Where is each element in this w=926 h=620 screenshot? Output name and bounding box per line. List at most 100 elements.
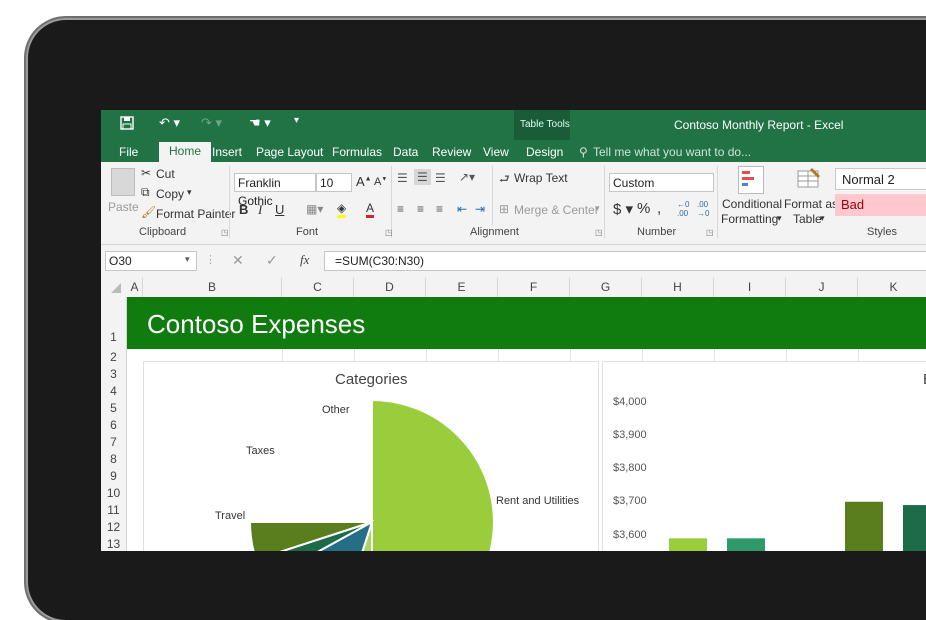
column-header[interactable]: E [426, 278, 498, 297]
font-size-select[interactable]: 10 [316, 173, 352, 192]
decrease-indent-icon[interactable]: ⇤ [457, 202, 467, 216]
number-format-select[interactable]: Custom [609, 173, 714, 192]
sheet-title[interactable]: Contoso Expenses [147, 309, 365, 340]
dialog-launcher-icon[interactable]: ◳ [221, 228, 229, 237]
customize-qat-icon[interactable]: ▾ [294, 115, 299, 126]
bar[interactable] [669, 538, 707, 551]
touch-mode-icon[interactable]: ☚ ▾ [249, 115, 271, 131]
bar[interactable] [903, 505, 926, 551]
orientation-icon[interactable]: ↗▾ [459, 170, 475, 184]
save-icon[interactable] [120, 116, 134, 133]
font-color-icon[interactable]: A [366, 202, 375, 218]
column-header[interactable]: H [642, 278, 714, 297]
fill-color-icon[interactable]: ◈ [337, 202, 347, 218]
bar[interactable] [727, 538, 765, 551]
paste-button[interactable]: Paste [108, 200, 139, 214]
column-header[interactable]: D [354, 278, 426, 297]
bold-button[interactable]: B [239, 202, 248, 217]
column-header[interactable]: B [143, 278, 282, 297]
tab-insert[interactable]: Insert [212, 143, 242, 162]
tab-file[interactable]: File [119, 143, 138, 162]
cell-style-bad[interactable]: Bad [835, 194, 926, 216]
row-header[interactable]: 7 [101, 434, 127, 451]
row-header[interactable]: 3 [101, 366, 127, 383]
tell-me-box[interactable]: Tell me what you want to do... [593, 143, 751, 162]
row-header[interactable]: 4 [101, 383, 127, 400]
cancel-icon[interactable]: ✕ [232, 252, 244, 269]
decrease-decimal-icon[interactable]: .00 →0 [697, 200, 709, 218]
comma-style-icon[interactable]: , [657, 200, 661, 217]
conditional-formatting-button[interactable]: Conditional [722, 197, 782, 211]
row-header[interactable]: 11 [101, 502, 127, 519]
decrease-font-icon[interactable]: A▼ [374, 176, 387, 188]
pie-chart[interactable]: Categories Rent and Utilities Other Taxe… [143, 361, 599, 551]
row-header[interactable]: 6 [101, 417, 127, 434]
borders-icon[interactable]: ▦▾ [306, 202, 323, 216]
name-box[interactable]: O30 [105, 251, 197, 271]
increase-font-icon[interactable]: A▲ [356, 174, 372, 189]
percent-icon[interactable]: % [637, 200, 650, 217]
row-header[interactable]: 2 [101, 349, 127, 366]
format-as-table-button-line2[interactable]: Table [793, 212, 822, 226]
paste-icon[interactable] [111, 168, 135, 196]
dropdown-icon[interactable]: ▾ [820, 213, 825, 224]
merge-dropdown-icon[interactable]: ▾ [595, 203, 600, 214]
italic-button[interactable]: I [258, 202, 262, 218]
row-header[interactable]: 12 [101, 519, 127, 536]
align-right-icon[interactable]: ≡ [436, 202, 443, 216]
format-painter-button[interactable]: Format Painter [156, 207, 235, 221]
row-header[interactable]: 5 [101, 400, 127, 417]
row-header[interactable]: 9 [101, 468, 127, 485]
dropdown-icon[interactable]: ▾ [777, 213, 782, 224]
copy-dropdown-icon[interactable]: ▾ [187, 187, 192, 198]
underline-button[interactable]: U [275, 202, 284, 217]
enter-icon[interactable]: ✓ [266, 252, 278, 269]
insert-function-icon[interactable]: fx [300, 252, 309, 268]
tab-view[interactable]: View [483, 143, 509, 162]
dialog-launcher-icon[interactable]: ◳ [706, 228, 714, 237]
top-align-icon[interactable]: ☰ [397, 171, 408, 185]
column-header[interactable]: K [858, 278, 926, 297]
cell-style-normal2[interactable]: Normal 2 [835, 168, 926, 190]
middle-align-icon[interactable]: ☰ [414, 169, 431, 185]
undo-icon[interactable]: ↶ ▾ [159, 115, 180, 131]
align-center-icon[interactable]: ≡ [417, 202, 424, 216]
bar[interactable] [845, 501, 883, 551]
row-header[interactable]: 10 [101, 485, 127, 502]
conditional-formatting-button-line2[interactable]: Formatting [721, 212, 778, 226]
merge-center-button[interactable]: Merge & Center [514, 203, 599, 217]
tab-data[interactable]: Data [393, 143, 418, 162]
column-header[interactable]: I [714, 278, 786, 297]
cut-button[interactable]: Cut [156, 167, 175, 181]
formula-input[interactable]: =SUM(C30:N30) [324, 251, 926, 271]
increase-decimal-icon[interactable]: ←0.00 [677, 200, 689, 218]
tab-review[interactable]: Review [432, 143, 471, 162]
font-family-select[interactable]: Franklin Gothic [234, 173, 316, 208]
tab-formulas[interactable]: Formulas [332, 143, 382, 162]
bar-chart[interactable]: E $4,000 $3,900 $3,800 $3,700 $3,600 [602, 361, 926, 551]
bottom-align-icon[interactable]: ☰ [435, 171, 446, 185]
copy-button[interactable]: Copy [156, 187, 184, 201]
column-header[interactable]: F [498, 278, 570, 297]
row-header[interactable]: 1 [101, 297, 127, 349]
currency-icon[interactable]: $ ▾ [613, 200, 633, 218]
dialog-launcher-icon[interactable]: ◳ [595, 228, 603, 237]
pie-slice[interactable] [371, 398, 495, 551]
redo-icon[interactable]: ↷ ▾ [201, 115, 222, 131]
increase-indent-icon[interactable]: ⇥ [475, 202, 485, 216]
name-box-dropdown-icon[interactable]: ▾ [185, 254, 190, 265]
row-header[interactable]: 13 [101, 536, 127, 551]
dialog-launcher-icon[interactable]: ◳ [385, 228, 393, 237]
tab-design[interactable]: Design [526, 143, 563, 162]
tab-home[interactable]: Home [159, 142, 212, 162]
wrap-text-button[interactable]: Wrap Text [514, 171, 568, 185]
format-as-table-button[interactable]: Format as [784, 197, 838, 211]
column-header[interactable]: J [786, 278, 858, 297]
select-all-corner[interactable] [111, 283, 121, 293]
column-header[interactable]: C [282, 278, 354, 297]
align-left-icon[interactable]: ≡ [397, 202, 404, 216]
tab-page-layout[interactable]: Page Layout [256, 143, 323, 162]
row-header[interactable]: 8 [101, 451, 127, 468]
column-header[interactable]: G [570, 278, 642, 297]
column-header[interactable]: A [127, 278, 143, 297]
